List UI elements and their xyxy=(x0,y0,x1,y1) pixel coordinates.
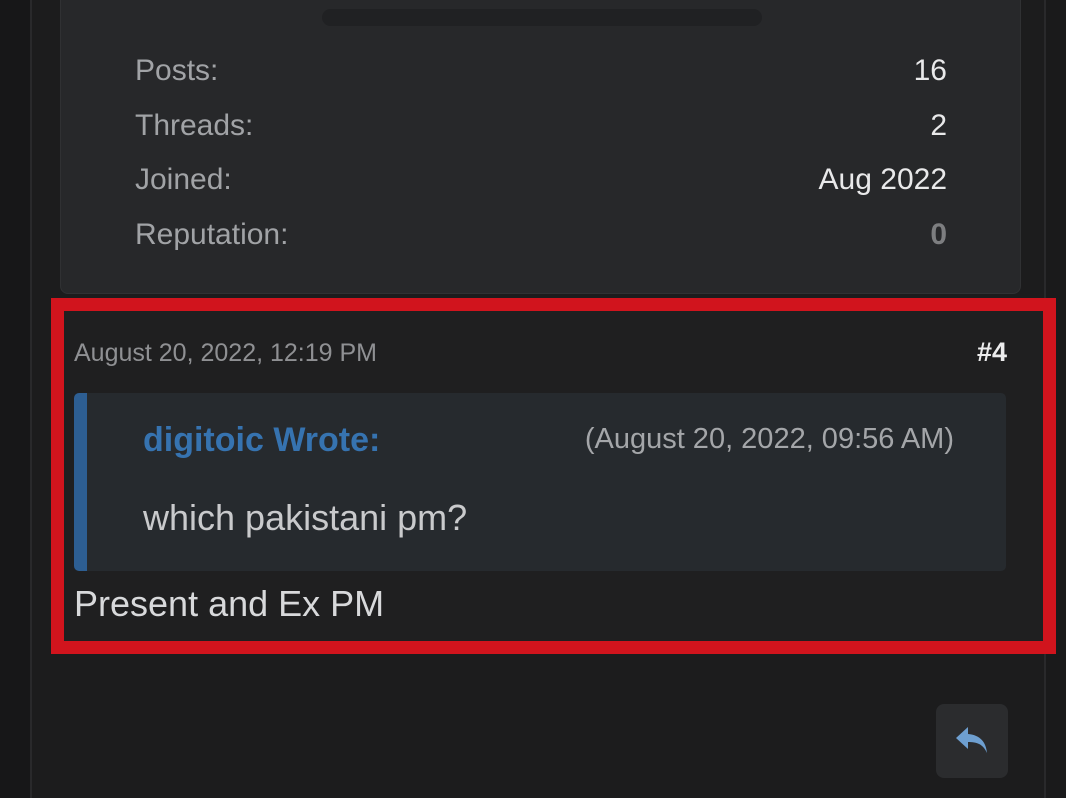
post-number-link[interactable]: #4 xyxy=(977,337,1007,368)
stat-row-posts: Posts: 16 xyxy=(135,51,947,91)
left-gutter xyxy=(0,0,32,798)
post-date: August 20, 2022, 12:19 PM xyxy=(74,339,377,367)
user-card-bar xyxy=(322,9,762,26)
post-body: Present and Ex PM xyxy=(74,583,385,624)
stat-value[interactable]: 0 xyxy=(930,218,947,252)
reply-icon xyxy=(956,727,987,753)
reply-button[interactable] xyxy=(936,704,1008,778)
quote-timestamp: (August 20, 2022, 09:56 AM) xyxy=(584,423,954,455)
quote-block: digitoic Wrote: (August 20, 2022, 09:56 … xyxy=(74,393,1006,571)
user-info-card: Posts: 16 Threads: 2 Joined: Aug 2022 Re… xyxy=(60,0,1021,294)
stat-value[interactable]: 16 xyxy=(914,54,947,88)
post-page: Posts: 16 Threads: 2 Joined: Aug 2022 Re… xyxy=(0,0,1066,798)
stat-row-reputation: Reputation: 0 xyxy=(135,215,947,255)
stat-row-threads: Threads: 2 xyxy=(135,106,947,146)
stat-label: Threads: xyxy=(135,109,254,142)
quote-text: which pakistani pm? xyxy=(143,497,468,538)
stat-label: Reputation: xyxy=(135,218,289,251)
stat-value: Aug 2022 xyxy=(818,163,947,196)
stat-value[interactable]: 2 xyxy=(930,109,947,143)
highlighted-post: August 20, 2022, 12:19 PM #4 digitoic Wr… xyxy=(51,298,1056,654)
quote-author: digitoic Wrote: xyxy=(143,421,381,459)
stat-row-joined: Joined: Aug 2022 xyxy=(135,160,947,200)
stat-label: Posts: xyxy=(135,54,219,87)
stat-label: Joined: xyxy=(135,163,232,196)
